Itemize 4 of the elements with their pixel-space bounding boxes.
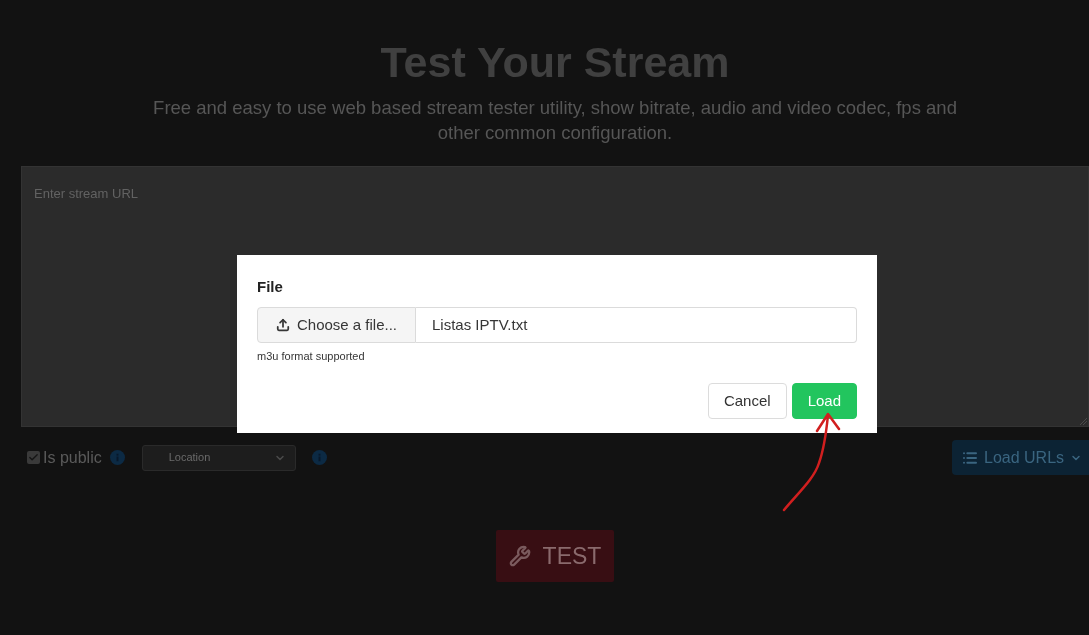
help-text: m3u format supported bbox=[257, 349, 366, 363]
page-subtitle: Free and easy to use web based stream tester utility, show bitrate, audio and video codec, fps and other common configuration. bbox=[152, 96, 958, 145]
file-label: File bbox=[257, 277, 284, 297]
is-public-label: Is public bbox=[43, 447, 102, 468]
